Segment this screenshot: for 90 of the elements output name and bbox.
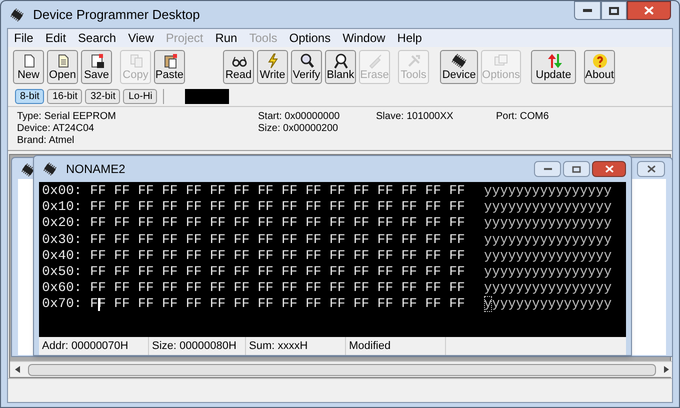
minimize-button[interactable] <box>574 1 601 20</box>
hex-bytes[interactable]: FF FF FF FF FF FF FF FF FF FF FF FF FF FF FF FF <box>90 183 484 200</box>
minimize-icon <box>583 9 592 12</box>
hex-bytes[interactable]: FF FF FF FF FF FF FF FF FF FF FF FF FF FF FF FF <box>90 215 484 232</box>
width-tab[interactable]: 8-bit <box>15 89 44 104</box>
info-text: Port: COM6 <box>496 111 550 123</box>
maximize-icon <box>572 166 581 172</box>
address-label: 0x10: <box>42 199 83 216</box>
close-icon <box>646 165 656 173</box>
info-text: Size: 0x00000200 <box>258 123 340 135</box>
toolbar-button[interactable]: New <box>13 50 44 84</box>
menu-item[interactable]: Window <box>336 29 392 47</box>
toolbar-button[interactable]: Device <box>440 50 478 84</box>
eraser-icon <box>366 52 382 68</box>
status-text: Modified <box>346 337 446 355</box>
address-label: 0x20: <box>42 215 83 232</box>
chip-icon <box>42 161 58 177</box>
close-button[interactable] <box>637 161 665 177</box>
minimize-icon <box>544 168 552 170</box>
ascii-text[interactable]: yyyyyyyyyyyyyyyy <box>484 215 612 232</box>
hex-bytes[interactable]: FF FF FF FF FF FF FF FF FF FF FF FF FF FF FF FF <box>90 264 484 280</box>
ascii-text[interactable]: yyyyyyyyyyyyyyyy <box>484 183 612 200</box>
ascii-text[interactable]: yyyyyyyyyyyyyyyy <box>484 232 612 248</box>
ascii-text[interactable]: yyyyyyyyyyyyyyyy <box>484 248 612 264</box>
toolbar-button[interactable]: Blank <box>325 50 356 84</box>
status-text: Size: 00000080H <box>149 337 246 355</box>
menu-item[interactable]: File <box>8 29 40 47</box>
ascii-text[interactable]: yyyyyyyyyyyyyyyy <box>484 264 612 280</box>
address-label: 0x30: <box>42 232 83 248</box>
chip-icon <box>9 6 25 22</box>
chip-icon <box>20 162 36 178</box>
address-label: 0x70: <box>42 296 83 313</box>
hex-bytes[interactable]: FF FF FF FF FF FF FF FF FF FF FF FF FF FF FF FF <box>90 280 484 296</box>
maximize-button[interactable] <box>563 161 590 177</box>
hex-bytes[interactable]: FF FF FF FF FF FF FF FF FF FF FF FF FF FF FF FF <box>90 232 484 248</box>
info-text: Device: AT24C04 <box>17 123 96 135</box>
menu-item[interactable]: Run <box>209 29 244 47</box>
menu-item[interactable]: View <box>122 29 160 47</box>
ascii-text[interactable]: yyyyyyyyyyyyyyyy <box>484 199 612 216</box>
close-icon <box>644 6 654 15</box>
menu-item[interactable]: Options <box>283 29 337 47</box>
help-icon <box>592 52 608 68</box>
status-text: Sum: xxxxH <box>246 337 346 355</box>
ascii-text[interactable]: yyyyyyyyyyyyyyyy <box>484 296 612 313</box>
hex-bytes[interactable]: FF FF FF FF FF FF FF FF FF FF FF FF FF FF FF FF <box>90 199 484 216</box>
maximize-icon <box>609 6 619 14</box>
status-text: Addr: 00000070H <box>39 337 149 355</box>
close-icon <box>604 165 614 173</box>
menu-item[interactable]: Edit <box>39 29 72 47</box>
ascii-text[interactable]: yyyyyyyyyyyyyyyy <box>484 280 612 296</box>
window-title: Device Programmer Desktop <box>33 6 200 24</box>
close-button[interactable] <box>627 1 671 20</box>
menu-item[interactable]: Help <box>391 29 428 47</box>
scroll-right-icon[interactable] <box>664 366 669 373</box>
toolbar-button[interactable]: Paste <box>154 50 185 84</box>
width-tab[interactable]: 32-bit <box>85 89 120 104</box>
address-label: 0x50: <box>42 264 83 280</box>
save-icon <box>88 52 104 68</box>
info-text: Slave: 101000XX <box>376 111 454 123</box>
info-text: Type: Serial EEPROM <box>17 111 117 123</box>
address-label: 0x60: <box>42 280 83 296</box>
color-swatch <box>185 89 230 104</box>
scroll-left-icon[interactable] <box>15 366 20 373</box>
tools-icon <box>406 52 422 68</box>
magnifier-icon <box>332 52 348 68</box>
maximize-button[interactable] <box>601 1 627 20</box>
toolbar-button[interactable]: Verify <box>291 50 322 84</box>
toolbar-button[interactable]: About <box>584 50 615 84</box>
toolbar-button[interactable]: Save <box>81 50 112 84</box>
toolbar-button[interactable]: Write <box>257 50 288 84</box>
width-tab[interactable]: Lo-Hi <box>123 89 158 104</box>
toolbar-button[interactable]: Open <box>47 50 78 84</box>
minimize-button[interactable] <box>534 161 561 177</box>
toolbar-button[interactable]: Read <box>223 50 254 84</box>
toolbar-button[interactable]: Update <box>531 50 576 84</box>
magnifier-icon <box>298 52 314 68</box>
arrows-icon <box>546 52 562 68</box>
window-title: NONAME2 <box>66 161 126 178</box>
close-button[interactable] <box>592 161 626 177</box>
info-text: Brand: Atmel <box>17 135 76 147</box>
scrollbar-thumb[interactable] <box>28 364 656 376</box>
address-label: 0x40: <box>42 248 83 264</box>
copy-icon <box>128 52 144 68</box>
address-label: 0x00: <box>42 183 83 200</box>
menu-item[interactable]: Search <box>72 29 122 47</box>
hex-bytes[interactable]: FF FF FF FF FF FF FF FF FF FF FF FF FF FF FF FF <box>90 248 484 264</box>
options-icon <box>493 52 509 68</box>
info-text: Start: 0x00000000 <box>258 111 341 123</box>
width-tab[interactable]: 16-bit <box>47 89 82 104</box>
paste-icon <box>162 52 178 68</box>
